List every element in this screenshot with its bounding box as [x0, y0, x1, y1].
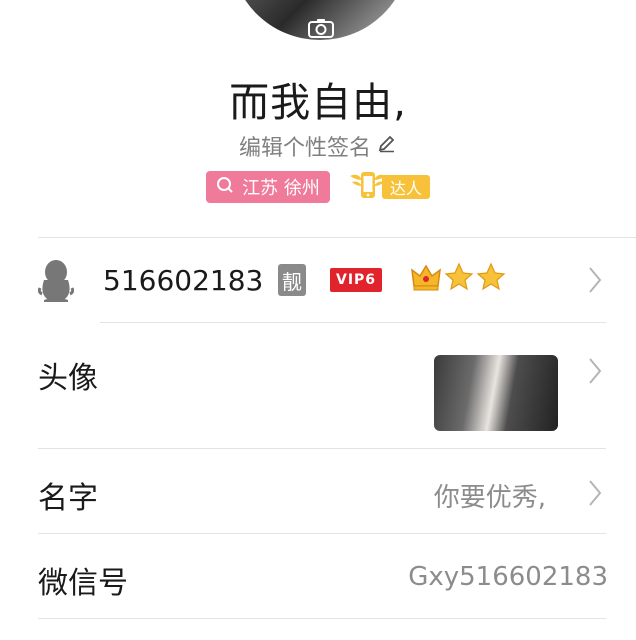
divider: [38, 618, 606, 619]
star-icon: [476, 262, 506, 291]
signature-text: 编辑个性签名: [238, 136, 371, 161]
camera-icon[interactable]: [306, 16, 336, 40]
name-row[interactable]: 名字 你要优秀,: [0, 449, 636, 533]
daren-tag[interactable]: 达人: [348, 168, 430, 206]
name-value: 你要优秀,: [433, 483, 546, 513]
liang-badge: 靓: [278, 264, 306, 296]
chevron-right-icon: [588, 479, 602, 511]
divider: [38, 237, 636, 238]
chevron-right-icon: [588, 357, 602, 389]
wechat-id-value: Gxy516602183: [408, 562, 608, 592]
pencil-icon: [377, 133, 397, 159]
location-tag[interactable]: 江苏 徐州: [206, 171, 330, 203]
location-text: 江苏 徐州: [242, 178, 320, 199]
location-pin-icon: [216, 176, 234, 199]
name-label: 名字: [38, 481, 98, 516]
qq-level: [410, 262, 506, 292]
avatar-label: 头像: [38, 361, 98, 396]
qq-number: 516602183: [103, 264, 264, 297]
vip-badge: VIP6: [330, 268, 383, 292]
qq-penguin-icon: [37, 258, 75, 306]
star-icon: [444, 262, 474, 291]
edit-signature[interactable]: 编辑个性签名: [0, 130, 636, 162]
daren-text: 达人: [381, 175, 430, 199]
nickname: 而我自由,: [229, 80, 407, 126]
crown-icon: [411, 264, 441, 291]
chevron-right-icon: [588, 266, 602, 298]
wechat-id-row[interactable]: 微信号 Gxy516602183: [0, 534, 636, 618]
qq-number-row[interactable]: 516602183 靓 VIP6: [0, 250, 636, 314]
wechat-id-label: 微信号: [38, 566, 128, 601]
profile-avatar[interactable]: [230, 0, 410, 40]
avatar-thumbnail: [434, 355, 558, 431]
